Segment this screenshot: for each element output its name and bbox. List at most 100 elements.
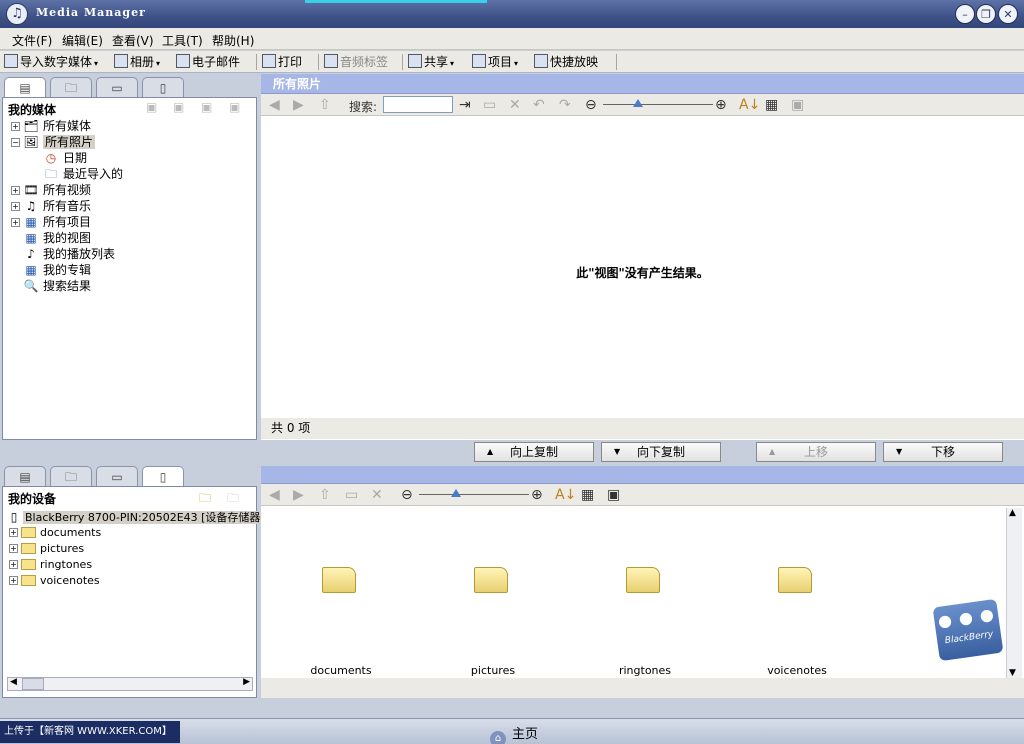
detail-view-icon[interactable]: ▣ [791,97,804,113]
device-folder-pictures[interactable]: + pictures [9,541,84,557]
sort-az-icon[interactable]: A↓ [739,97,760,113]
device-folder-ringtones[interactable]: + ringtones [9,557,92,573]
minimize-button[interactable]: – [955,4,975,24]
move-up-button[interactable]: ▲ 上移 [756,442,876,462]
zoom-in-icon[interactable]: ⊕ [715,97,727,113]
detail-view-icon[interactable]: ▣ [607,487,620,503]
view-mode-icon[interactable]: ▦ [765,97,778,113]
tree-item-my-playlists[interactable]: ♪ 我的播放列表 [23,246,115,262]
printer-icon [262,54,276,68]
tab-folders-bottom[interactable]: 🗀 [50,466,92,488]
print-button[interactable]: 打印 [262,53,302,71]
device-folder-documents[interactable]: + documents [9,525,101,541]
slideshow-button[interactable]: 快捷放映 [534,53,598,71]
menu-view[interactable]: 查看(V) [112,32,154,49]
close-button[interactable]: ✕ [998,4,1018,24]
tree-item-my-albums[interactable]: ▦ 我的专辑 [23,262,91,278]
zoom-slider-track[interactable] [419,494,529,495]
zoom-out-icon[interactable]: ⊖ [585,97,597,113]
sort-az-icon[interactable]: A↓ [555,487,576,503]
tree-item-my-views[interactable]: ▦ 我的视图 [23,230,91,246]
tree-item-all-videos[interactable]: + 🎞 所有视频 [11,182,91,198]
add-icon[interactable]: ▣ [173,100,184,114]
rotate-right-icon[interactable]: ↷ [559,97,571,113]
view-icon: ▦ [25,231,37,245]
device-content-vscrollbar[interactable]: ▲ ▼ [1006,508,1022,678]
back-arrow-icon[interactable]: ◀ [269,487,280,503]
menu-edit[interactable]: 编辑(E) [62,32,103,49]
delete-icon[interactable]: ▣ [229,100,240,114]
up-level-icon[interactable]: ⇧ [319,487,331,503]
title-bar: ♫ Media Manager – ❐ ✕ [0,0,1024,28]
rotate-left-icon[interactable]: ↶ [533,97,545,113]
copy-down-button[interactable]: ▼ 向下复制 [601,442,721,462]
restore-button[interactable]: ❐ [976,4,996,24]
tree-item-recently-imported[interactable]: 🗀 最近导入的 [43,166,123,182]
tree-item-search-results[interactable]: 🔍 搜索结果 [23,278,92,294]
tree-item-date[interactable]: ◷ 日期 [43,150,87,166]
album-button[interactable]: 相册 ▾ [114,53,160,71]
delete-x-icon[interactable]: ✕ [509,97,521,113]
tab-device[interactable]: ▯ [142,77,184,99]
empty-view-message: 此"视图"没有产生结果。 [576,266,709,280]
tree-item-all-photos[interactable]: − 🖼 所有照片 [11,134,96,150]
scroll-right-icon: ▶ [243,677,250,687]
tab-media-list-bottom[interactable]: ▤ [4,466,46,488]
content-pane: 所有照片 ◀ ▶ ⇧ 搜索: ⇥ ▭ ✕ ↶ ↷ ⊖ ⊕ A↓ ▦ ▣ 此"视图… [261,74,1024,440]
new-folder-icon[interactable]: ▣ [146,100,157,114]
folder-ringtones-label: ringtones [618,664,672,677]
folder-ringtones-icon[interactable] [626,567,660,593]
item-count-status: 共 0 项 [261,418,1024,439]
zoom-out-icon[interactable]: ⊖ [401,487,413,503]
menu-bar: 文件(F) 编辑(E) 查看(V) 工具(T) 帮助(H) [0,28,1024,50]
forward-arrow-icon[interactable]: ▶ [293,487,304,503]
tab-folders[interactable]: 🗀 [50,77,92,99]
copy-up-button[interactable]: ▲ 向上复制 [474,442,594,462]
zoom-slider-track[interactable] [603,104,713,105]
import-media-button[interactable]: 导入数字媒体 ▾ [4,53,98,71]
search-go-icon[interactable]: ⇥ [459,97,471,113]
playlist-icon: ♪ [27,247,35,261]
zoom-in-icon[interactable]: ⊕ [531,487,543,503]
back-arrow-icon[interactable]: ◀ [269,97,280,113]
tab-media-list[interactable]: ▤ [4,77,46,99]
device-tabs: ▤ 🗀 ▭ ▯ [4,466,256,488]
device-status-bar [261,678,1024,698]
up-level-icon[interactable]: ⇧ [319,97,331,113]
search-input[interactable] [383,96,453,113]
menu-file[interactable]: 文件(F) [12,32,52,49]
menu-tools[interactable]: 工具(T) [162,32,203,49]
tree-item-all-media[interactable]: + 🗂 所有媒体 [11,118,91,134]
tree-item-all-projects[interactable]: + ▦ 所有项目 [11,214,91,230]
folder-documents-icon[interactable] [322,567,356,593]
project-button[interactable]: 项目 ▾ [472,53,518,71]
home-icon: ⌂ [490,731,506,744]
tab-computer[interactable]: ▭ [96,77,138,99]
taskbar-left-item: 上传于【新客网 WWW.XKER.COM】 [0,721,180,743]
forward-arrow-icon[interactable]: ▶ [293,97,304,113]
library-tabs: ▤ 🗀 ▭ ▯ [4,77,256,99]
device-tree-hscrollbar[interactable]: ◀ ▶ [7,677,253,691]
tab-computer-bottom[interactable]: ▭ [96,466,138,488]
tree-item-all-music[interactable]: + ♫ 所有音乐 [11,198,91,214]
share-button[interactable]: 共享 ▾ [408,53,454,71]
audio-tag-button[interactable]: 音频标签 [324,53,388,71]
folder-pictures-icon[interactable] [474,567,508,593]
view-mode-icon[interactable]: ▦ [581,487,594,503]
monitor-icon[interactable]: ▭ [345,487,358,503]
device-folder-voicenotes[interactable]: + voicenotes [9,573,100,589]
delete-x-icon[interactable]: ✕ [371,487,383,503]
zoom-slider-thumb[interactable] [451,489,461,497]
email-button[interactable]: 电子邮件 [176,53,240,71]
rename-icon[interactable]: ▣ [201,100,212,114]
monitor-icon[interactable]: ▭ [483,97,496,113]
zoom-slider-thumb[interactable] [633,99,643,107]
device-blackberry[interactable]: ▯ BlackBerry 8700-PIN:20502E43 [设备存储器] [9,509,267,525]
move-down-button[interactable]: ▼ 下移 [883,442,1003,462]
device-folder-disabled-icon[interactable]: 🗀 [227,489,239,510]
tab-device-bottom[interactable]: ▯ [142,466,184,488]
folder-voicenotes-icon[interactable] [778,567,812,593]
home-button[interactable]: ⌂ 主页 [490,723,538,744]
new-device-folder-icon[interactable]: 🗀 [199,489,211,510]
menu-help[interactable]: 帮助(H) [212,32,254,49]
